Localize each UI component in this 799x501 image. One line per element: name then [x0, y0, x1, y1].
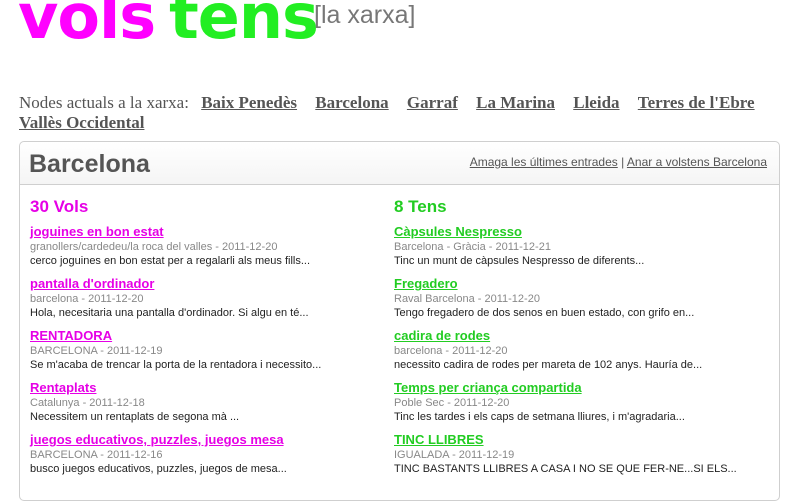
hide-entries-link[interactable]: Amaga les últimes entrades	[470, 155, 618, 169]
node-link-barcelona[interactable]: Barcelona	[315, 93, 388, 112]
entry-title-link[interactable]: joguines en bon estat	[30, 224, 380, 240]
list-item: juegos educativos, puzzles, juegos mesa …	[30, 432, 380, 477]
entry-meta: IGUALADA - 2011-12-19	[394, 449, 515, 461]
node-link-valles-occidental[interactable]: Vallès Occidental	[19, 113, 144, 132]
entry-desc: Tinc les tardes i els caps de setmana ll…	[394, 411, 685, 423]
entry-title-link[interactable]: Fregadero	[394, 276, 744, 292]
entry-title-link[interactable]: pantalla d'ordinador	[30, 276, 380, 292]
panel-header: Barcelona Amaga les últimes entrades | A…	[20, 142, 779, 185]
entry-meta: barcelona - 2011-12-20	[30, 293, 144, 305]
entry-desc: cerco joguines en bon estat per a regala…	[30, 255, 311, 267]
entry-title-link[interactable]: RENTADORA	[30, 328, 380, 344]
entry-title-link[interactable]: cadira de rodes	[394, 328, 744, 344]
entry-title-link[interactable]: Càpsules Nespresso	[394, 224, 744, 240]
entry-desc: Tengo fregadero de dos senos en buen est…	[394, 307, 695, 319]
entry-desc: necessito cadira de rodes per mareta de …	[394, 359, 703, 371]
link-separator: |	[621, 155, 625, 169]
vols-column: 30 Vols joguines en bon estat granollers…	[30, 197, 380, 484]
tagline: [la xarxa]	[314, 1, 416, 29]
list-item: joguines en bon estat granollers/cardede…	[30, 224, 380, 269]
entry-title-link[interactable]: Rentaplats	[30, 380, 380, 396]
vols-heading: 30 Vols	[30, 197, 89, 216]
node-panel: Barcelona Amaga les últimes entrades | A…	[19, 141, 780, 501]
node-link-terres-de-lebre[interactable]: Terres de l'Ebre	[638, 93, 755, 112]
list-item: Fregadero Raval Barcelona - 2011-12-20 T…	[394, 276, 744, 321]
entry-desc: busco juegos educativos, puzzles, juegos…	[30, 463, 287, 475]
list-item: Càpsules Nespresso Barcelona - Gràcia - …	[394, 224, 744, 269]
network-nodes: Nodes actuals a la xarxa: Baix Penedès B…	[19, 93, 779, 133]
entry-desc: Hola, necesitaria una pantalla d'ordinad…	[30, 307, 309, 319]
tens-heading: 8 Tens	[394, 197, 447, 216]
logo-vols: vols	[18, 0, 156, 53]
logo-tens: tens	[169, 0, 319, 53]
panel-title: Barcelona	[29, 150, 150, 178]
entry-desc: Se m'acaba de trencar la porta de la ren…	[30, 359, 322, 371]
entry-meta: Poble Sec - 2011-12-20	[394, 397, 510, 409]
node-link-lleida[interactable]: Lleida	[573, 93, 619, 112]
entry-meta: Catalunya - 2011-12-18	[30, 397, 145, 409]
list-item: Rentaplats Catalunya - 2011-12-18 Necess…	[30, 380, 380, 425]
entry-desc: TINC BASTANTS LLIBRES A CASA I NO SE QUE…	[394, 463, 737, 475]
entry-meta: BARCELONA - 2011-12-19	[30, 345, 163, 357]
node-link-baix-penedes[interactable]: Baix Penedès	[201, 93, 297, 112]
nodes-label: Nodes actuals a la xarxa:	[19, 93, 189, 112]
entry-desc: Tinc un munt de càpsules Nespresso de di…	[394, 255, 645, 267]
panel-links: Amaga les últimes entrades | Anar a vols…	[470, 155, 767, 169]
entry-meta: barcelona - 2011-12-20	[394, 345, 508, 357]
entry-meta: Barcelona - Gràcia - 2011-12-21	[394, 241, 551, 253]
tens-column: 8 Tens Càpsules Nespresso Barcelona - Gr…	[394, 197, 744, 484]
list-item: cadira de rodes barcelona - 2011-12-20 n…	[394, 328, 744, 373]
list-item: pantalla d'ordinador barcelona - 2011-12…	[30, 276, 380, 321]
entry-desc: Necessitem un rentaplats de segona mà ..…	[30, 411, 240, 423]
list-item: Temps per criança compartida Poble Sec -…	[394, 380, 744, 425]
node-link-la-marina[interactable]: La Marina	[476, 93, 555, 112]
entry-meta: BARCELONA - 2011-12-16	[30, 449, 163, 461]
site-logo[interactable]: vols tens	[18, 0, 319, 48]
node-link-garraf[interactable]: Garraf	[407, 93, 458, 112]
list-item: TINC LLIBRES IGUALADA - 2011-12-19 TINC …	[394, 432, 744, 477]
entry-meta: granollers/cardedeu/la roca del valles -…	[30, 241, 278, 253]
entry-title-link[interactable]: juegos educativos, puzzles, juegos mesa	[30, 432, 380, 448]
go-to-node-link[interactable]: Anar a volstens Barcelona	[627, 155, 767, 169]
list-item: RENTADORA BARCELONA - 2011-12-19 Se m'ac…	[30, 328, 380, 373]
entry-meta: Raval Barcelona - 2011-12-20	[394, 293, 540, 305]
entry-title-link[interactable]: TINC LLIBRES	[394, 432, 744, 448]
entry-title-link[interactable]: Temps per criança compartida	[394, 380, 744, 396]
